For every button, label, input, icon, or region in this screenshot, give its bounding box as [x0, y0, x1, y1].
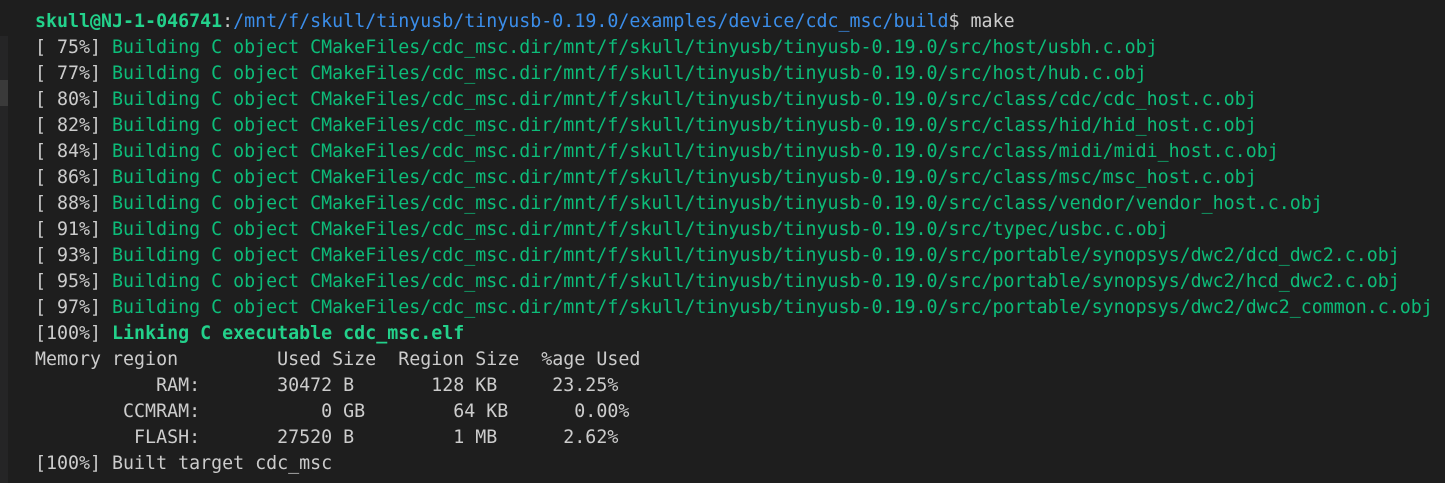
build-percent: [ 75%] [35, 37, 113, 58]
build-message: Building C object CMakeFiles/cdc_msc.dir… [112, 141, 1279, 162]
prompt-command: make [959, 11, 1015, 32]
build-message: Building C object CMakeFiles/cdc_msc.dir… [112, 245, 1400, 266]
final-line: [100%] Built target cdc_msc [35, 453, 333, 474]
link-message: Linking C executable cdc_msc.elf [112, 323, 465, 344]
prompt-path: /mnt/f/skull/tinyusb/tinyusb-0.19.0/exam… [233, 11, 949, 32]
terminal-window[interactable]: skull@NJ-1-046741:/mnt/f/skull/tinyusb/t… [0, 0, 1445, 483]
build-message: Building C object CMakeFiles/cdc_msc.dir… [112, 115, 1257, 136]
build-line: [ 93%] Building C object CMakeFiles/cdc_… [0, 243, 1445, 269]
build-percent: [ 77%] [35, 63, 113, 84]
build-percent: [ 80%] [35, 89, 113, 110]
build-message: Building C object CMakeFiles/cdc_msc.dir… [112, 219, 1169, 240]
build-percent: [ 88%] [35, 193, 113, 214]
build-message: Building C object CMakeFiles/cdc_msc.dir… [112, 63, 1147, 84]
memory-row-ccmram: CCMRAM: 0 GB 64 KB 0.00% [35, 401, 630, 422]
prompt-line: skull@NJ-1-046741:/mnt/f/skull/tinyusb/t… [0, 9, 1445, 35]
prompt-symbol: $ [948, 11, 960, 32]
build-percent: [ 84%] [35, 141, 113, 162]
link-percent: [100%] [35, 323, 113, 344]
gutter-marker [0, 80, 8, 106]
build-message: Building C object CMakeFiles/cdc_msc.dir… [112, 37, 1158, 58]
build-line: [ 77%] Building C object CMakeFiles/cdc_… [0, 61, 1445, 87]
build-percent: [ 97%] [35, 297, 113, 318]
terminal-gutter [0, 36, 8, 483]
build-percent: [ 95%] [35, 271, 113, 292]
build-line: [ 91%] Building C object CMakeFiles/cdc_… [0, 217, 1445, 243]
build-line: [ 86%] Building C object CMakeFiles/cdc_… [0, 165, 1445, 191]
memory-table-header: Memory region Used Size Region Size %age… [35, 349, 641, 370]
link-line: [100%] Linking C executable cdc_msc.elf [0, 321, 1445, 347]
build-message: Building C object CMakeFiles/cdc_msc.dir… [112, 271, 1400, 292]
build-percent: [ 91%] [35, 219, 113, 240]
build-message: Building C object CMakeFiles/cdc_msc.dir… [112, 89, 1257, 110]
build-line: [ 82%] Building C object CMakeFiles/cdc_… [0, 113, 1445, 139]
build-line: [ 80%] Building C object CMakeFiles/cdc_… [0, 87, 1445, 113]
build-line: [ 97%] Building C object CMakeFiles/cdc_… [0, 295, 1445, 321]
build-message: Building C object CMakeFiles/cdc_msc.dir… [112, 193, 1323, 214]
memory-row-flash: FLASH: 27520 B 1 MB 2.62% [35, 427, 619, 448]
build-message: Building C object CMakeFiles/cdc_msc.dir… [112, 297, 1433, 318]
build-percent: [ 82%] [35, 115, 113, 136]
memory-row-ram: RAM: 30472 B 128 KB 23.25% [35, 375, 619, 396]
prompt-separator: : [222, 11, 234, 32]
prompt-user-host: skull@NJ-1-046741 [35, 11, 223, 32]
build-message: Building C object CMakeFiles/cdc_msc.dir… [112, 167, 1257, 188]
build-line: [ 84%] Building C object CMakeFiles/cdc_… [0, 139, 1445, 165]
build-line: [ 75%] Building C object CMakeFiles/cdc_… [0, 35, 1445, 61]
build-percent: [ 93%] [35, 245, 113, 266]
build-percent: [ 86%] [35, 167, 113, 188]
build-line: [ 88%] Building C object CMakeFiles/cdc_… [0, 191, 1445, 217]
build-line: [ 95%] Building C object CMakeFiles/cdc_… [0, 269, 1445, 295]
